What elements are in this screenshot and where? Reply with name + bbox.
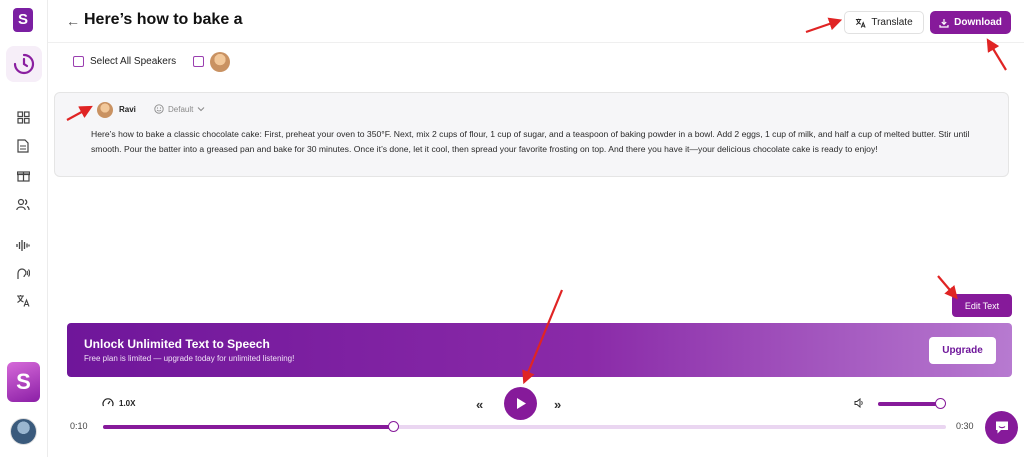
upgrade-banner: Unlock Unlimited Text to Speech Free pla… [67, 323, 1012, 377]
progress-bar-handle[interactable] [388, 421, 400, 432]
playback-speed-control[interactable]: 1.0X [102, 397, 135, 409]
volume-slider[interactable] [878, 398, 946, 409]
translate-button[interactable]: Translate [844, 11, 924, 34]
header-divider [48, 42, 1024, 43]
back-arrow-icon[interactable]: ← [66, 13, 80, 29]
total-time: 0:30 [956, 421, 974, 431]
chevron-down-icon [198, 107, 205, 112]
upgrade-button[interactable]: Upgrade [929, 337, 996, 364]
select-all-label: Select All Speakers [90, 56, 177, 67]
app-root: S S ← Here’s how to bake a Translate Dow… [0, 0, 1024, 457]
dashboard-icon[interactable] [14, 108, 32, 126]
volume-icon[interactable] [854, 397, 865, 411]
users-icon[interactable] [14, 195, 32, 213]
speech-text[interactable]: Here’s how to bake a classic chocolate c… [91, 127, 991, 156]
playback-speed-label: 1.0X [119, 398, 136, 408]
download-button[interactable]: Download [930, 11, 1011, 34]
translate-button-label: Translate [871, 17, 913, 28]
volume-slider-fill [878, 402, 940, 406]
annotation-arrow-download [986, 38, 1007, 71]
user-avatar[interactable] [10, 418, 37, 445]
chat-support-button[interactable] [985, 411, 1018, 444]
select-all-checkbox[interactable] [73, 56, 84, 67]
translate-button-icon [856, 18, 866, 28]
banner-subtitle: Free plan is limited — upgrade today for… [84, 354, 295, 363]
speedometer-icon [102, 398, 114, 407]
speaker-checkbox[interactable] [193, 56, 204, 67]
smiley-icon [154, 104, 164, 114]
progress-bar-fill [103, 425, 394, 429]
sidebar: S S [0, 0, 48, 457]
waveform-icon[interactable] [14, 236, 32, 254]
voice-selector[interactable]: Default [154, 104, 205, 114]
card-speaker-name: Ravi [119, 105, 136, 114]
edit-text-button[interactable]: Edit Text [952, 294, 1012, 317]
play-button[interactable] [504, 387, 537, 420]
speaker-text-block: Ravi Default Here’s how to bake a classi… [54, 92, 1009, 177]
volume-slider-handle[interactable] [934, 398, 946, 409]
rewind-icon[interactable]: « [476, 397, 483, 412]
current-time: 0:10 [70, 421, 88, 431]
clock-icon [13, 53, 35, 75]
brand-badge[interactable]: S [7, 362, 40, 402]
download-button-label: Download [954, 17, 1002, 28]
voice-selector-label: Default [168, 104, 194, 114]
annotation-arrow-edit-text [937, 275, 958, 300]
download-icon [939, 18, 949, 28]
chat-bubble-icon [995, 421, 1008, 434]
annotation-arrow-translate [805, 17, 843, 34]
speaker-avatar[interactable] [210, 52, 230, 72]
document-icon[interactable] [14, 137, 32, 155]
card-speaker-avatar [97, 102, 113, 118]
gift-icon[interactable] [14, 166, 32, 184]
recent-history-icon[interactable] [6, 46, 42, 82]
voice-clone-icon[interactable] [14, 264, 32, 282]
banner-title: Unlock Unlimited Text to Speech [84, 337, 270, 351]
app-logo[interactable]: S [13, 8, 33, 32]
fast-forward-icon[interactable]: » [554, 397, 561, 412]
page-title: Here’s how to bake a [84, 11, 243, 28]
translate-icon[interactable] [14, 291, 32, 309]
progress-bar[interactable] [103, 421, 946, 432]
play-icon [516, 398, 526, 409]
